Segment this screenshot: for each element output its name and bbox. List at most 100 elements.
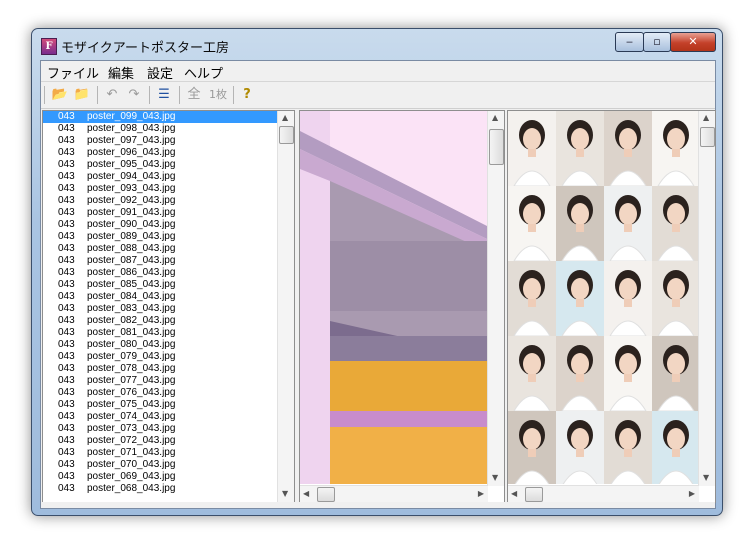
file-list-row[interactable]: 043 poster_072_043.jpg: [43, 435, 277, 447]
preview-hscrollbar[interactable]: ◀ ▶: [300, 485, 488, 502]
app-window: F モザイクアートポスター工房 ‒ ▫ ✕ ファイル 編集 設定 ヘルプ 📂 📁…: [31, 28, 723, 516]
file-list[interactable]: 043 poster_099_043.jpg 043 poster_098_043.j…: [43, 111, 277, 500]
file-list-row[interactable]: 043 poster_090_043.jpg: [43, 219, 277, 231]
file-number: 043: [58, 171, 75, 182]
file-name: poster_094_043.jpg: [87, 171, 176, 182]
mosaic-tile: [652, 186, 698, 262]
mosaic-vscrollbar[interactable]: ▲ ▼: [698, 111, 715, 486]
list-view-icon[interactable]: ☰: [155, 86, 173, 104]
file-list-row[interactable]: 043 poster_092_043.jpg: [43, 195, 277, 207]
preview-hscroll-thumb[interactable]: [317, 487, 335, 502]
mosaic-hscroll-thumb[interactable]: [525, 487, 543, 502]
file-name: poster_092_043.jpg: [87, 195, 176, 206]
file-number: 043: [58, 483, 75, 494]
file-list-scrollbar[interactable]: ▲ ▼: [277, 111, 294, 502]
title-bar[interactable]: F モザイクアートポスター工房 ‒ ▫ ✕: [32, 29, 722, 59]
scroll-thumb[interactable]: [279, 126, 294, 144]
mosaic-scroll-down-arrow[interactable]: ▼: [703, 473, 709, 483]
file-list-row[interactable]: 043 poster_095_043.jpg: [43, 159, 277, 171]
file-number: 043: [58, 303, 75, 314]
file-list-row[interactable]: 043 poster_098_043.jpg: [43, 123, 277, 135]
file-list-row[interactable]: 043 poster_096_043.jpg: [43, 147, 277, 159]
undo-icon[interactable]: ↶: [103, 86, 121, 104]
file-list-row[interactable]: 043 poster_074_043.jpg: [43, 411, 277, 423]
client-area: ファイル 編集 設定 ヘルプ 📂 📁 ↶ ↷ ☰ 全 1枚 ? 043 poste…: [40, 60, 716, 509]
mosaic-grid: [508, 111, 698, 484]
file-list-row[interactable]: 043 poster_084_043.jpg: [43, 291, 277, 303]
open-folder-icon[interactable]: 📂: [51, 86, 69, 104]
file-number: 043: [58, 459, 75, 470]
close-button[interactable]: ✕: [670, 32, 716, 52]
file-list-row[interactable]: 043 poster_089_043.jpg: [43, 231, 277, 243]
mosaic-tile: [604, 261, 652, 337]
scroll-down-arrow[interactable]: ▼: [282, 489, 288, 499]
menu-settings[interactable]: 設定: [147, 63, 173, 82]
mosaic-scroll-right-arrow[interactable]: ▶: [689, 489, 695, 499]
mosaic-tile: [604, 186, 652, 262]
preview-vscrollbar[interactable]: ▲ ▼: [487, 111, 504, 486]
file-list-row[interactable]: 043 poster_069_043.jpg: [43, 471, 277, 483]
mosaic-scroll-left-arrow[interactable]: ◀: [511, 489, 517, 499]
file-list-row[interactable]: 043 poster_068_043.jpg: [43, 483, 277, 495]
file-number: 043: [58, 435, 75, 446]
file-list-row[interactable]: 043 poster_081_043.jpg: [43, 327, 277, 339]
file-name: poster_083_043.jpg: [87, 303, 176, 314]
file-name: poster_069_043.jpg: [87, 471, 176, 482]
file-list-row[interactable]: 043 poster_071_043.jpg: [43, 447, 277, 459]
file-list-row[interactable]: 043 poster_097_043.jpg: [43, 135, 277, 147]
menu-edit[interactable]: 編集: [108, 63, 134, 82]
help-icon[interactable]: ?: [238, 86, 256, 104]
file-number: 043: [58, 279, 75, 290]
file-list-row[interactable]: 043 poster_085_043.jpg: [43, 279, 277, 291]
file-list-row[interactable]: 043 poster_077_043.jpg: [43, 375, 277, 387]
file-list-row[interactable]: 043 poster_091_043.jpg: [43, 207, 277, 219]
mosaic-tile: [508, 186, 556, 262]
file-name: poster_074_043.jpg: [87, 411, 176, 422]
file-list-row[interactable]: 043 poster_075_043.jpg: [43, 399, 277, 411]
maximize-button[interactable]: ▫: [643, 32, 671, 52]
preview-scroll-right-arrow[interactable]: ▶: [478, 489, 484, 499]
mosaic-vscroll-thumb[interactable]: [700, 127, 715, 147]
file-name: poster_099_043.jpg: [87, 111, 176, 122]
file-name: poster_082_043.jpg: [87, 315, 176, 326]
menu-file[interactable]: ファイル: [47, 63, 99, 82]
file-list-row[interactable]: 043 poster_078_043.jpg: [43, 363, 277, 375]
file-number: 043: [58, 111, 75, 122]
preview-scroll-up-arrow[interactable]: ▲: [492, 113, 498, 123]
file-list-row[interactable]: 043 poster_099_043.jpg: [43, 111, 277, 123]
file-list-row[interactable]: 043 poster_082_043.jpg: [43, 315, 277, 327]
redo-icon[interactable]: ↷: [125, 86, 143, 104]
file-list-row[interactable]: 043 poster_083_043.jpg: [43, 303, 277, 315]
file-list-row[interactable]: 043 poster_070_043.jpg: [43, 459, 277, 471]
file-list-row[interactable]: 043 poster_088_043.jpg: [43, 243, 277, 255]
file-list-row[interactable]: 043 poster_079_043.jpg: [43, 351, 277, 363]
file-number: 043: [58, 399, 75, 410]
minimize-button[interactable]: ‒: [615, 32, 644, 52]
file-name: poster_093_043.jpg: [87, 183, 176, 194]
menu-bar: ファイル 編集 設定 ヘルプ: [41, 61, 715, 82]
menu-help[interactable]: ヘルプ: [184, 63, 223, 82]
file-list-row[interactable]: 043 poster_093_043.jpg: [43, 183, 277, 195]
mosaic-scroll-up-arrow[interactable]: ▲: [703, 113, 709, 123]
file-name: poster_098_043.jpg: [87, 123, 176, 134]
file-list-row[interactable]: 043 poster_073_043.jpg: [43, 423, 277, 435]
file-list-row[interactable]: 043 poster_086_043.jpg: [43, 267, 277, 279]
single-sheet-button[interactable]: 1枚: [207, 86, 229, 104]
app-icon[interactable]: F: [41, 38, 57, 55]
mosaic-tile: [556, 111, 604, 187]
mosaic-hscrollbar[interactable]: ◀ ▶: [508, 485, 699, 502]
save-folder-icon[interactable]: 📁: [73, 86, 91, 104]
preview-vscroll-thumb[interactable]: [489, 129, 504, 165]
scroll-up-arrow[interactable]: ▲: [282, 113, 288, 123]
file-name: poster_070_043.jpg: [87, 459, 176, 470]
preview-scroll-down-arrow[interactable]: ▼: [492, 473, 498, 483]
file-number: 043: [58, 207, 75, 218]
file-list-row[interactable]: 043 poster_094_043.jpg: [43, 171, 277, 183]
mosaic-tile: [556, 261, 604, 337]
preview-scroll-left-arrow[interactable]: ◀: [303, 489, 309, 499]
file-list-row[interactable]: 043 poster_076_043.jpg: [43, 387, 277, 399]
select-all-button[interactable]: 全: [185, 86, 203, 104]
mosaic-tile: [508, 111, 556, 187]
file-list-row[interactable]: 043 poster_080_043.jpg: [43, 339, 277, 351]
file-list-row[interactable]: 043 poster_087_043.jpg: [43, 255, 277, 267]
